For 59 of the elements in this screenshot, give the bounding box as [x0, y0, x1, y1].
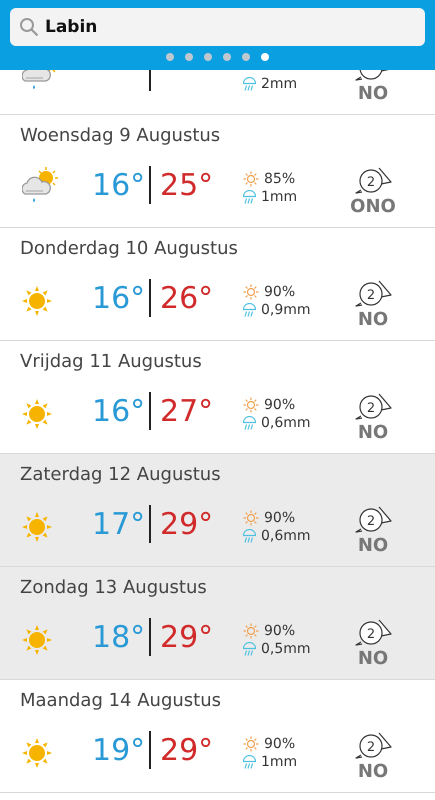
- wind-direction: NO: [358, 309, 388, 330]
- sunshine-percentage: 85%: [264, 171, 296, 187]
- day-date: Donderdag 10 Augustus: [20, 237, 239, 261]
- max-temperature: 29°: [160, 732, 214, 768]
- wind-direction: NO: [358, 648, 388, 669]
- day-date: Woensdag 9 Augustus: [20, 124, 222, 148]
- max-temperature: 27°: [160, 394, 214, 428]
- rain-cloud-icon: [243, 416, 256, 430]
- search-field[interactable]: Labin: [10, 8, 425, 46]
- rain-cloud-icon: [243, 755, 256, 769]
- sunshine-percentage: 90%: [264, 510, 296, 526]
- rain-cloud-icon: [243, 529, 256, 543]
- rain-cloud-icon: [243, 190, 256, 204]
- sun-icon: [243, 284, 259, 300]
- wind-direction: NO: [358, 535, 388, 556]
- sun-icon: [243, 171, 259, 187]
- rain-amount: 1mm: [261, 754, 298, 770]
- day-date: Vrijdag 11 Augustus: [20, 350, 203, 374]
- rain-cloud-icon: [243, 642, 256, 656]
- page-dot[interactable]: [261, 53, 269, 61]
- rain-amount: 0,9mm: [261, 302, 311, 318]
- min-temperature: 18°: [92, 620, 140, 654]
- wind-direction: NO: [358, 422, 388, 443]
- rain-cloud-icon: [243, 77, 256, 91]
- rain-amount: 2mm: [261, 76, 298, 92]
- rain-amount: 0,6mm: [261, 528, 311, 544]
- max-temperature: 25°: [160, 168, 214, 202]
- sun-icon: [243, 397, 259, 413]
- wind-direction: NO: [358, 761, 388, 782]
- min-temperature: 17°: [92, 506, 140, 542]
- wind-direction: NO: [358, 83, 388, 104]
- day-date: Maandag 14 Augustus: [20, 689, 222, 713]
- max-temperature: 26°: [160, 280, 214, 316]
- sunshine-percentage: 90%: [264, 397, 296, 413]
- rain-amount: 0,5mm: [261, 641, 311, 657]
- rain-amount: 0,6mm: [261, 415, 311, 431]
- page-dot[interactable]: [204, 53, 212, 61]
- sunshine-percentage: 90%: [264, 736, 296, 752]
- sunshine-percentage: 90%: [264, 284, 296, 300]
- min-temperature: 16°: [92, 394, 140, 428]
- sun-icon: [243, 510, 259, 526]
- page-dot[interactable]: [223, 53, 231, 61]
- day-date: Zondag 13 Augustus: [20, 576, 208, 600]
- day-date: Zaterdag 12 Augustus: [20, 463, 222, 487]
- rain-amount: 1mm: [261, 189, 298, 205]
- page-dot[interactable]: [166, 53, 174, 61]
- sun-icon: [243, 736, 259, 752]
- min-temperature: 19°: [92, 732, 140, 768]
- sun-icon: [243, 623, 259, 639]
- page-dot[interactable]: [185, 53, 193, 61]
- page-dot[interactable]: [242, 53, 250, 61]
- sunshine-percentage: 90%: [264, 623, 296, 639]
- min-temperature: 16°: [92, 280, 140, 316]
- min-temperature: 16°: [92, 168, 140, 202]
- rain-cloud-icon: [243, 303, 256, 317]
- wind-direction: ONO: [350, 196, 396, 217]
- search-icon: [19, 17, 39, 37]
- max-temperature: 29°: [160, 620, 214, 654]
- max-temperature: 29°: [160, 506, 214, 542]
